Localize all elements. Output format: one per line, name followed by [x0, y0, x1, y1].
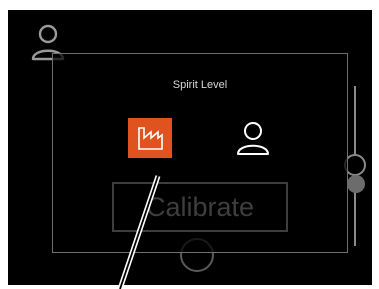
- person-mode-button[interactable]: [233, 120, 273, 158]
- device-screen: Spirit Level Calibrate: [8, 10, 372, 285]
- dialog-title: Spirit Level: [172, 79, 228, 91]
- slider-handle[interactable]: [347, 175, 365, 193]
- factory-icon: [138, 127, 163, 150]
- person-icon: [237, 122, 269, 155]
- spirit-level-dialog: Spirit Level Calibrate: [52, 53, 348, 253]
- calibrate-button[interactable]: Calibrate: [112, 182, 288, 232]
- factory-mode-button[interactable]: [128, 118, 172, 158]
